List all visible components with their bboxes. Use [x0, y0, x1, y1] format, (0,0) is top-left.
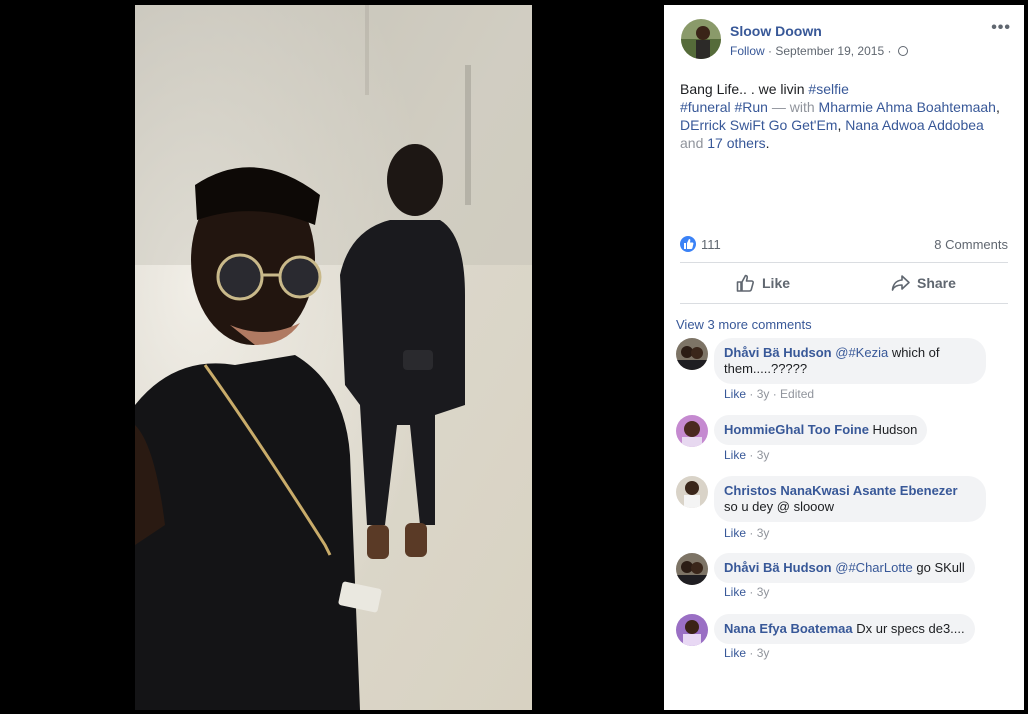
- post-date[interactable]: September 19, 2015: [775, 44, 884, 58]
- follow-link[interactable]: Follow: [730, 44, 765, 58]
- globe-icon[interactable]: [897, 46, 908, 56]
- comment-time[interactable]: 3y: [757, 448, 770, 462]
- post-meta: Follow · September 19, 2015 ·: [730, 44, 908, 58]
- commenter-avatar[interactable]: [676, 338, 708, 370]
- caption-text: Bang Life.. . we livin: [680, 81, 805, 97]
- comment-text: Dx ur specs de3....: [852, 621, 965, 636]
- view-more-comments-link[interactable]: View 3 more comments: [676, 317, 812, 332]
- comment-bubble: Nana Efya Boatemaa Dx ur specs de3....: [714, 614, 975, 644]
- reaction-counts: 111 8 Comments: [680, 235, 1008, 255]
- post-photo[interactable]: [135, 5, 532, 710]
- commenter-name[interactable]: Nana Efya Boatemaa: [724, 621, 853, 636]
- and-label: and: [680, 135, 704, 151]
- commenter-name[interactable]: Dhåvi Bä Hudson: [724, 560, 832, 575]
- commenter-avatar[interactable]: [676, 476, 708, 508]
- share-arrow-icon: [891, 275, 910, 291]
- hashtag-run[interactable]: #Run: [734, 99, 767, 115]
- comment-item: HommieGhal Too Foine Hudson Like · 3y: [676, 415, 1016, 463]
- with-label: — with: [771, 99, 815, 115]
- selfie-image: [135, 5, 532, 710]
- comment-text: so u dey @ slooow: [724, 499, 835, 514]
- comment-meta: Like · 3y: [724, 448, 770, 462]
- photo-viewer: [0, 0, 664, 714]
- comment-time[interactable]: 3y: [757, 526, 770, 540]
- like-label: Like: [762, 275, 791, 291]
- comment-text: go SKull: [912, 560, 965, 575]
- hashtag-selfie[interactable]: #selfie: [808, 81, 848, 97]
- comment-like-link[interactable]: Like: [724, 448, 746, 462]
- commenter-name[interactable]: HommieGhal Too Foine: [724, 422, 869, 437]
- tagged-person-1[interactable]: Mharmie Ahma Boahtemaah: [819, 99, 996, 115]
- comment-item: Christos NanaKwasi Asante Ebenezer so u …: [676, 476, 1016, 540]
- comment-bubble: Christos NanaKwasi Asante Ebenezer so u …: [714, 476, 986, 522]
- comment-like-link[interactable]: Like: [724, 526, 746, 540]
- thumbs-up-icon: [736, 274, 754, 292]
- like-button[interactable]: Like: [736, 274, 790, 292]
- comment-time[interactable]: 3y: [757, 387, 770, 401]
- comment-bubble: Dhåvi Bä Hudson @#CharLotte go SKull: [714, 553, 975, 583]
- comment-item: Dhåvi Bä Hudson @#CharLotte go SKull Lik…: [676, 553, 1016, 601]
- author-name[interactable]: Sloow Doown: [730, 23, 822, 39]
- comment-bubble: HommieGhal Too Foine Hudson: [714, 415, 928, 445]
- comment-meta: Like · 3y · Edited: [724, 387, 815, 401]
- tagged-person-3[interactable]: Nana Adwoa Addobea: [845, 117, 984, 133]
- comment-meta: Like · 3y: [724, 585, 770, 599]
- tagged-others-link[interactable]: 17 others: [707, 135, 765, 151]
- commenter-avatar[interactable]: [676, 553, 708, 585]
- comment-like-link[interactable]: Like: [724, 585, 746, 599]
- comment-meta: Like · 3y: [724, 646, 770, 660]
- commenter-avatar[interactable]: [676, 415, 708, 447]
- share-button[interactable]: Share: [891, 274, 956, 292]
- comment-time[interactable]: 3y: [757, 646, 770, 660]
- comment-mention[interactable]: @#Kezia: [835, 345, 888, 360]
- post-header: Sloow Doown Follow · September 19, 2015 …: [681, 19, 1011, 63]
- comment-mention[interactable]: @#CharLotte: [835, 560, 913, 575]
- comment-text: Hudson: [868, 422, 918, 437]
- author-avatar[interactable]: [681, 19, 721, 59]
- tagged-person-2[interactable]: DErrick SwiFt Go Get'Em: [680, 117, 837, 133]
- post-actions: Like Share: [680, 262, 1008, 304]
- meta-separator: ·: [887, 44, 895, 58]
- comment-like-link[interactable]: Like: [724, 646, 746, 660]
- comment-meta: Like · 3y: [724, 526, 770, 540]
- comment-bubble: Dhåvi Bä Hudson @#Kezia which of them...…: [714, 338, 986, 384]
- comment-item: Nana Efya Boatemaa Dx ur specs de3.... L…: [676, 614, 1016, 662]
- post-panel: Sloow Doown Follow · September 19, 2015 …: [664, 5, 1024, 710]
- share-label: Share: [917, 275, 956, 291]
- like-reaction-icon[interactable]: [680, 236, 696, 252]
- hashtag-funeral[interactable]: #funeral: [680, 99, 731, 115]
- like-count[interactable]: 111: [701, 237, 721, 252]
- commenter-name[interactable]: Christos NanaKwasi Asante Ebenezer: [724, 483, 958, 498]
- comment-item: Dhåvi Bä Hudson @#Kezia which of them...…: [676, 338, 1016, 401]
- commenter-avatar[interactable]: [676, 614, 708, 646]
- commenter-name[interactable]: Dhåvi Bä Hudson: [724, 345, 832, 360]
- more-options-icon[interactable]: •••: [991, 19, 1011, 37]
- post-caption: Bang Life.. . we livin #selfie #funeral …: [680, 81, 1000, 151]
- comments-count[interactable]: 8 Comments: [934, 237, 1008, 252]
- comment-edited: Edited: [780, 387, 815, 401]
- comment-time[interactable]: 3y: [757, 585, 770, 599]
- comment-like-link[interactable]: Like: [724, 387, 746, 401]
